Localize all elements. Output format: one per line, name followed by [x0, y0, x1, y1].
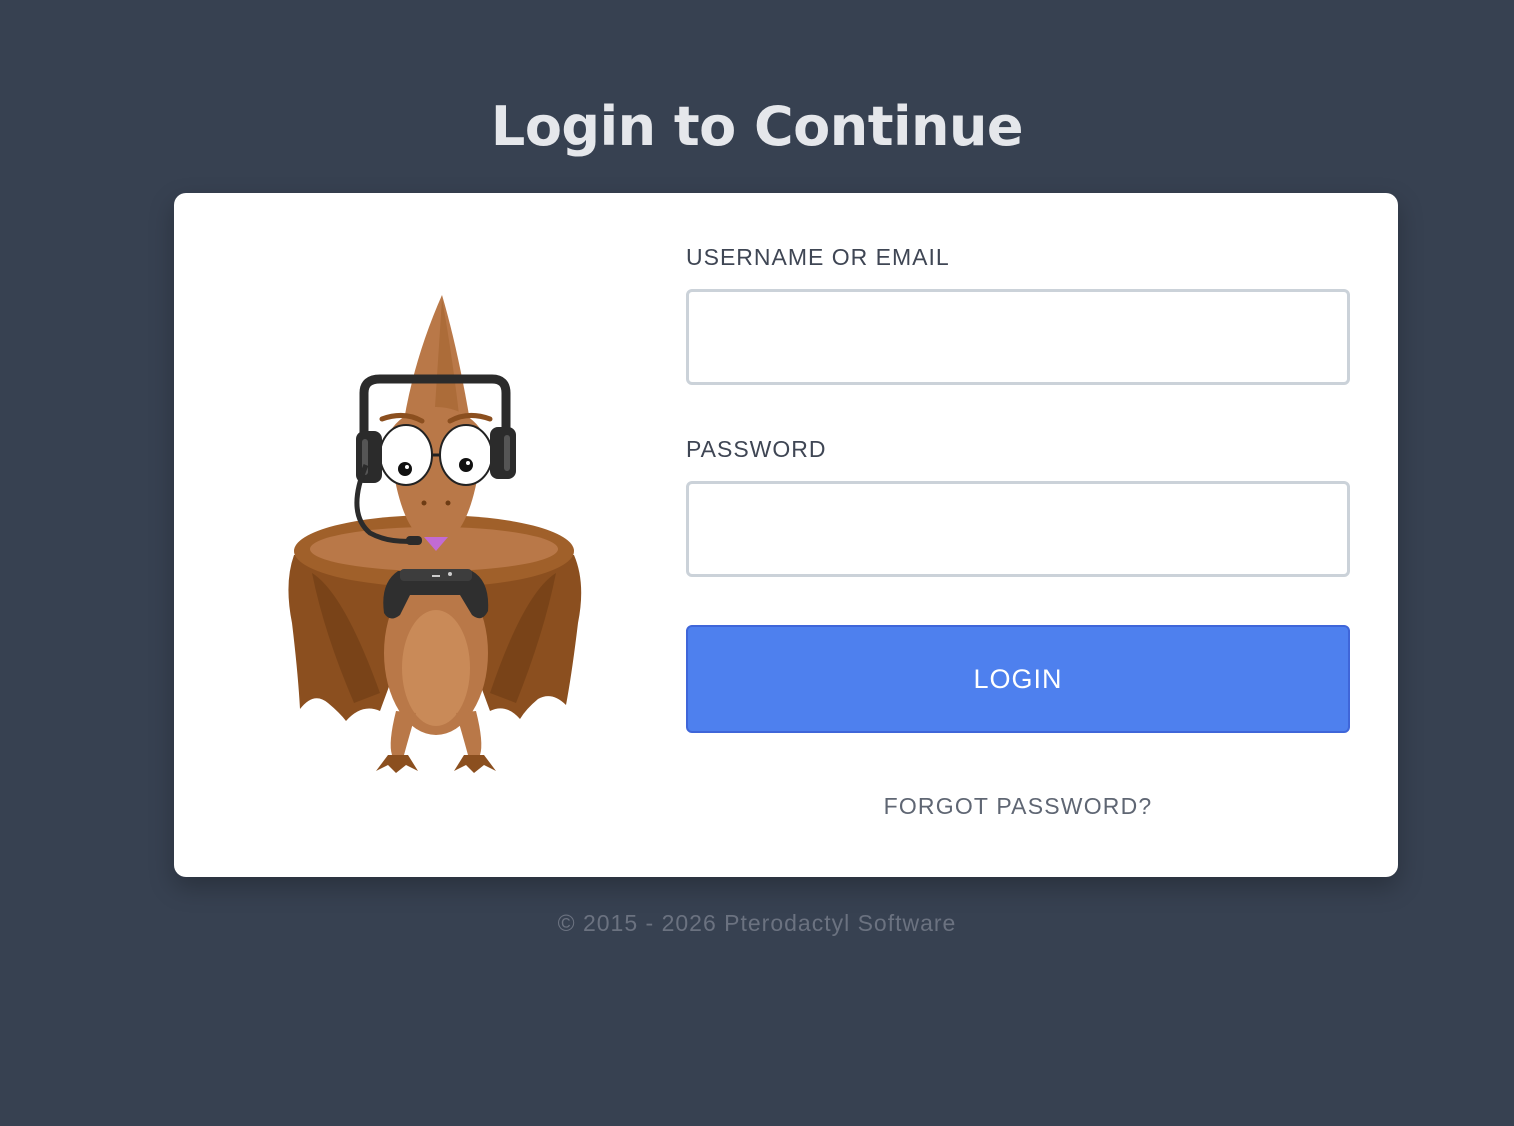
pterodactyl-mascot-icon — [288, 295, 582, 773]
password-input[interactable] — [686, 481, 1350, 577]
page-title: Login to Continue — [490, 95, 1024, 158]
forgot-password-link[interactable]: FORGOT PASSWORD? — [686, 793, 1350, 820]
username-input[interactable] — [686, 289, 1350, 385]
login-button[interactable]: LOGIN — [686, 625, 1350, 733]
username-label: USERNAME OR EMAIL — [686, 244, 950, 270]
login-card: USERNAME OR EMAIL PASSWORD LOGIN FORGOT … — [174, 193, 1398, 877]
password-label: PASSWORD — [686, 436, 827, 462]
footer-copyright: © 2015 - 2026 Pterodactyl Software — [557, 910, 957, 936]
